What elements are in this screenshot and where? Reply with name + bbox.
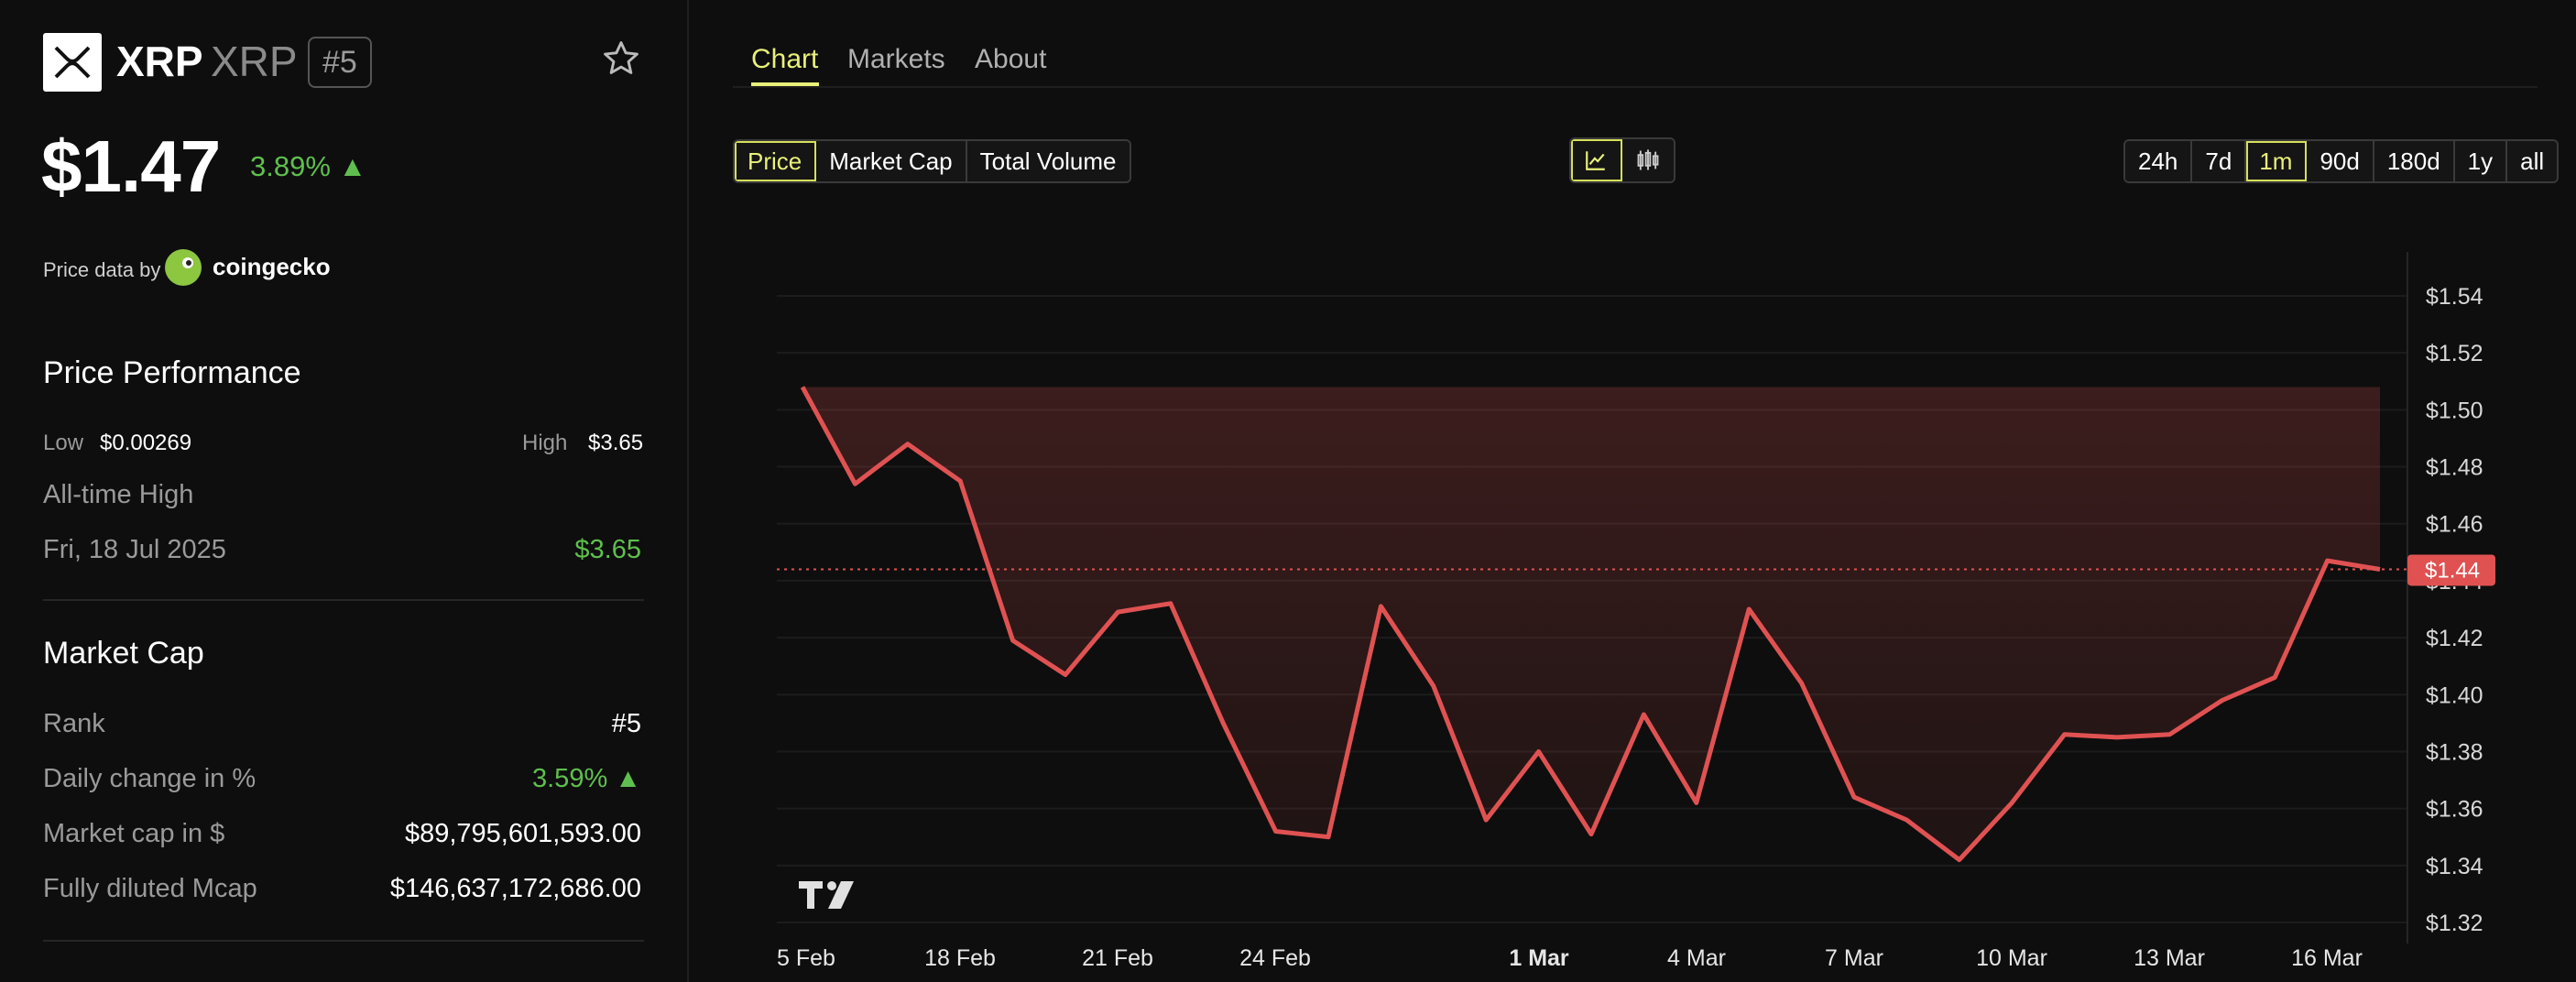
x-tick-label: 7 Mar <box>1825 945 1883 971</box>
x-tick-label: 16 Mar <box>2291 945 2363 971</box>
x-tick-label: 24 Feb <box>1239 945 1311 971</box>
x-tick-label: 4 Mar <box>1667 945 1726 971</box>
x-tick-label: 13 Mar <box>2134 945 2205 971</box>
y-tick-label: $1.32 <box>2426 911 2483 936</box>
y-tick-label: $1.38 <box>2426 739 2483 765</box>
price-area <box>802 387 2380 860</box>
x-tick-label: 10 Mar <box>1976 945 2047 971</box>
current-price-tag-label: $1.44 <box>2425 558 2480 583</box>
y-tick-label: $1.46 <box>2426 512 2483 538</box>
y-tick-label: $1.50 <box>2426 398 2483 423</box>
y-tick-label: $1.42 <box>2426 626 2483 651</box>
x-tick-label: 21 Feb <box>1082 945 1153 971</box>
y-tick-label: $1.34 <box>2426 854 2483 879</box>
tradingview-logo-icon <box>799 881 854 909</box>
price-chart[interactable]: $1.54 $1.52 $1.50 $1.48 $1.46 $1.44 $1.42 $1.40… <box>0 0 2576 982</box>
x-tick-label: 5 Feb <box>777 945 835 971</box>
x-axis: 5 Feb 18 Feb 21 Feb 24 Feb 1 Mar 4 Mar 7 Mar 10… <box>777 945 2363 971</box>
y-tick-label: $1.52 <box>2426 341 2483 366</box>
y-axis: $1.54 $1.52 $1.50 $1.48 $1.46 $1.44 $1.42 $1.40… <box>2426 284 2483 936</box>
x-tick-label: 18 Feb <box>924 945 996 971</box>
y-tick-label: $1.40 <box>2426 682 2483 708</box>
x-tick-label: 1 Mar <box>1509 945 1569 971</box>
y-tick-label: $1.48 <box>2426 455 2483 481</box>
y-tick-label: $1.54 <box>2426 284 2483 310</box>
y-tick-label: $1.36 <box>2426 797 2483 823</box>
